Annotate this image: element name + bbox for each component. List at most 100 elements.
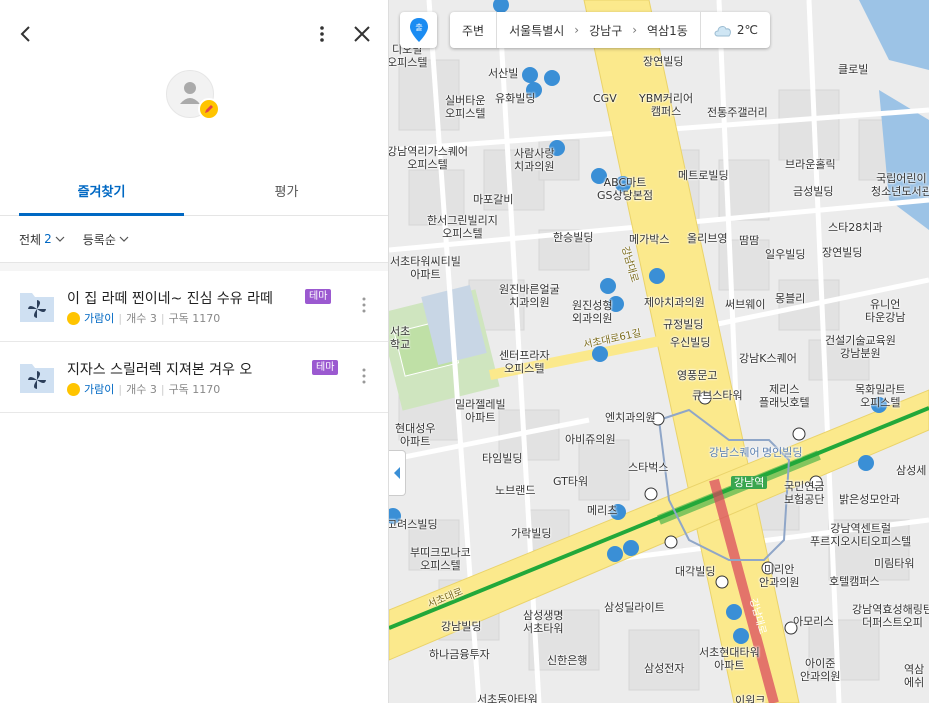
poi-label[interactable]: YBM커리어 캠퍼스 xyxy=(639,92,693,118)
poi-label[interactable]: CGV xyxy=(593,92,617,105)
tab-reviews[interactable]: 평가 xyxy=(204,174,369,216)
poi-label[interactable]: 스타벅스 xyxy=(628,461,668,474)
poi-label[interactable]: 금성빌딩 xyxy=(793,185,833,198)
item-more-button[interactable] xyxy=(354,363,374,389)
poi-label[interactable]: 아비쥬의원 xyxy=(565,433,616,446)
more-options-button[interactable] xyxy=(306,18,338,50)
poi-label[interactable]: 장연빌딩 xyxy=(822,246,862,259)
poi-label[interactable]: 메트로빌딩 xyxy=(678,169,729,182)
poi-label[interactable]: 스타28치과 xyxy=(828,221,882,234)
list-item[interactable]: 지자스 스릴러렉 지져본 겨우 오 테마 가람이 | 개수 3 | 구독 117… xyxy=(0,343,388,413)
edit-badge-icon[interactable] xyxy=(198,98,220,120)
poi-label[interactable]: 국민연금 보험공단 xyxy=(784,480,824,506)
poi-label[interactable]: 국립어린이 청소년도서관 xyxy=(871,172,929,198)
poi-label[interactable]: 아모리스 xyxy=(793,615,833,628)
poi-label[interactable]: 하나금융투자 xyxy=(429,648,490,661)
collapse-panel-button[interactable] xyxy=(389,450,406,496)
scope-filter[interactable]: 전체 2 xyxy=(19,228,65,250)
poi-label[interactable]: 미리안 안과의원 xyxy=(759,563,799,589)
poi-label[interactable]: 큐브스타워 xyxy=(692,389,743,402)
poi-label[interactable]: 우신빌딩 xyxy=(670,336,710,349)
poi-label[interactable]: 삼성생명 서초타워 xyxy=(523,609,563,635)
poi-label[interactable]: ABC마트 GS상당본점 xyxy=(597,176,653,202)
poi-label[interactable]: 몽블리 xyxy=(775,292,805,305)
back-button[interactable] xyxy=(10,18,42,50)
poi-label[interactable]: 미림타워 xyxy=(874,557,914,570)
poi-label[interactable]: 메리츠 xyxy=(587,504,617,517)
poi-label[interactable]: 삼성전자 xyxy=(644,662,684,675)
poi-label[interactable]: 전통주갤러리 xyxy=(707,106,768,119)
poi-label[interactable]: 서초타워씨티빌 아파트 xyxy=(390,255,461,281)
poi-label[interactable]: 규정빌딩 xyxy=(663,318,703,331)
poi-label[interactable]: 서초현대타워 아파트 xyxy=(699,646,760,672)
map-view[interactable]: 디오빌 오피스텔 장연빌딩 클로빌 서산빌 유화빌딩 CGV YBM커리어 캠퍼스 … xyxy=(389,0,929,703)
poi-label[interactable]: 한승빌딩 xyxy=(553,231,593,244)
poi-label[interactable]: 올리브영 xyxy=(687,232,727,245)
owner-name[interactable]: 가람이 xyxy=(84,310,114,326)
poi-label[interactable]: 명인빌딩 xyxy=(762,446,802,459)
item-more-button[interactable] xyxy=(354,292,374,318)
poi-label[interactable]: 원진바른얼굴 치과의원 xyxy=(499,283,560,309)
close-icon xyxy=(354,26,370,42)
owner-name[interactable]: 가람이 xyxy=(84,381,114,397)
poi-label[interactable]: 센터프라자 오피스텔 xyxy=(499,349,550,375)
poi-label[interactable]: 삼성딜라이트 xyxy=(604,601,665,614)
breadcrumb-dong[interactable]: 역삼1동 xyxy=(647,22,688,39)
poi-label[interactable]: 한서그린빌리지 오피스텔 xyxy=(427,214,498,240)
poi-label[interactable]: 강남역리가스퀘어 오피스텔 xyxy=(389,145,468,171)
poi-label[interactable]: 목화밀라트 오피스텔 xyxy=(855,383,906,409)
poi-label[interactable]: 땀땀 xyxy=(739,234,759,247)
poi-label[interactable]: 대각빌딩 xyxy=(675,565,715,578)
poi-label[interactable]: 써브웨이 xyxy=(725,298,765,311)
poi-label[interactable]: 밀라젤레빌 아파트 xyxy=(455,398,506,424)
poi-label[interactable]: 역삼 에쉬 xyxy=(904,663,924,689)
poi-label[interactable]: 사람사랑 치과의원 xyxy=(514,147,554,173)
poi-label[interactable]: 현대성우 아파트 xyxy=(395,422,435,448)
tab-favorites[interactable]: 즐겨찾기 xyxy=(19,174,184,216)
poi-label[interactable]: 서초동아타워 xyxy=(477,693,538,703)
poi-label[interactable]: 제리스 플래닛호텔 xyxy=(759,383,810,409)
poi-label[interactable]: 일우빌딩 xyxy=(765,248,805,261)
poi-label[interactable]: 브라운홀릭 xyxy=(785,158,836,171)
breadcrumb-district[interactable]: 강남구 xyxy=(589,22,622,39)
poi-label[interactable]: 메가박스 xyxy=(629,233,669,246)
poi-label[interactable]: 서산빌 xyxy=(488,67,518,80)
poi-label[interactable]: 실버타운 오피스텔 xyxy=(445,94,485,120)
poi-label[interactable]: 엔치과의원 xyxy=(605,411,656,424)
poi-label[interactable]: 아이준 안과의원 xyxy=(800,657,840,683)
poi-label[interactable]: 강남역효성해링턴 더퍼스트오피 xyxy=(852,603,929,629)
poi-label[interactable]: 강남K스퀘어 xyxy=(739,352,797,365)
poi-label[interactable]: 부띠크모나코 오피스텔 xyxy=(410,546,471,572)
poi-label[interactable]: GT타워 xyxy=(553,475,588,488)
poi-label[interactable]: 유화빌딩 xyxy=(495,92,535,105)
poi-label[interactable]: 삼성세 xyxy=(896,464,926,477)
poi-label[interactable]: 노브랜드 xyxy=(495,484,535,497)
poi-label[interactable]: 마포갈비 xyxy=(473,193,513,206)
breadcrumb-city[interactable]: 서울특별시 xyxy=(509,22,564,39)
poi-label[interactable]: 제아치과의원 xyxy=(644,296,705,309)
sort-filter[interactable]: 등록순 xyxy=(83,228,129,250)
station-label[interactable]: 강남역 xyxy=(731,476,768,489)
poi-label[interactable]: 호텔캠퍼스 xyxy=(829,575,880,588)
poi-label[interactable]: 강남역센트럴 푸르지오시티오피스텔 xyxy=(810,522,911,548)
poi-label[interactable]: 클로빌 xyxy=(838,63,868,76)
poi-label[interactable]: 신한은행 xyxy=(547,654,587,667)
poi-label[interactable]: 고려스빌딩 xyxy=(389,518,438,531)
poi-label[interactable]: 원진성형 외과의원 xyxy=(572,299,612,325)
poi-label[interactable]: 밝은성모안과 xyxy=(839,493,900,506)
list-item[interactable]: 이 집 라떼 찐이네~ 진심 수유 라떼 테마 가람이 | 개수 3 | 구독 … xyxy=(0,272,388,342)
close-button[interactable] xyxy=(346,18,378,50)
nearby-button[interactable]: 주변 xyxy=(450,12,498,48)
poi-label[interactable]: 건설기술교육원 강남분원 xyxy=(825,334,896,360)
poi-label[interactable]: 서초 학교 xyxy=(390,325,410,351)
poi-label[interactable]: 이워크 xyxy=(735,694,765,703)
poi-label[interactable]: 타임빌딩 xyxy=(482,452,522,465)
my-location-button[interactable]: 출 xyxy=(400,12,437,48)
weather-widget[interactable]: 2℃ xyxy=(699,12,770,48)
poi-label[interactable]: 강남스퀘어 xyxy=(709,446,760,459)
poi-label[interactable]: 영풍문고 xyxy=(677,369,717,382)
poi-label[interactable]: 유니언 타운강남 xyxy=(865,298,905,324)
poi-label[interactable]: 강남빌딩 xyxy=(441,620,481,633)
poi-label[interactable]: 가락빌딩 xyxy=(511,527,551,540)
poi-label[interactable]: 장연빌딩 xyxy=(643,55,683,68)
